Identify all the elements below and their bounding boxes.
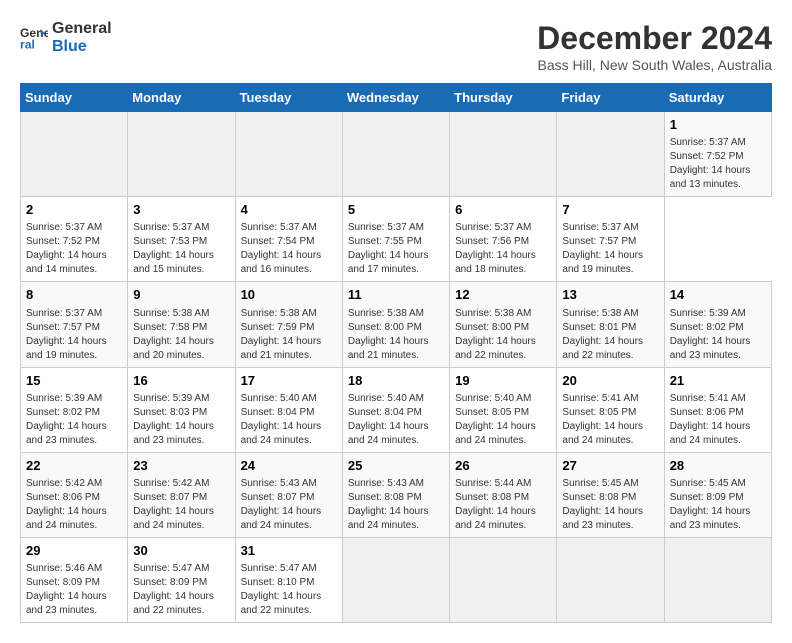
day-cell-17: 17Sunrise: 5:40 AMSunset: 8:04 PMDayligh…: [235, 367, 342, 452]
header-day-sunday: Sunday: [21, 84, 128, 112]
day-cell-18: 18Sunrise: 5:40 AMSunset: 8:04 PMDayligh…: [342, 367, 449, 452]
day-cell-7: 7Sunrise: 5:37 AMSunset: 7:57 PMDaylight…: [557, 197, 664, 282]
week-row-5: 22Sunrise: 5:42 AMSunset: 8:06 PMDayligh…: [21, 452, 772, 537]
header-day-saturday: Saturday: [664, 84, 771, 112]
header-day-tuesday: Tuesday: [235, 84, 342, 112]
day-cell-6: 6Sunrise: 5:37 AMSunset: 7:56 PMDaylight…: [450, 197, 557, 282]
week-row-1: 1Sunrise: 5:37 AMSunset: 7:52 PMDaylight…: [21, 112, 772, 197]
header-day-thursday: Thursday: [450, 84, 557, 112]
logo-line2: Blue: [52, 38, 87, 55]
day-cell-27: 27Sunrise: 5:45 AMSunset: 8:08 PMDayligh…: [557, 452, 664, 537]
day-cell-20: 20Sunrise: 5:41 AMSunset: 8:05 PMDayligh…: [557, 367, 664, 452]
location-title: Bass Hill, New South Wales, Australia: [537, 57, 772, 73]
header-day-wednesday: Wednesday: [342, 84, 449, 112]
day-cell-14: 14Sunrise: 5:39 AMSunset: 8:02 PMDayligh…: [664, 282, 771, 367]
day-cell-4: 4Sunrise: 5:37 AMSunset: 7:54 PMDaylight…: [235, 197, 342, 282]
empty-cell: [235, 112, 342, 197]
header-day-monday: Monday: [128, 84, 235, 112]
day-cell-8: 8Sunrise: 5:37 AMSunset: 7:57 PMDaylight…: [21, 282, 128, 367]
day-cell-22: 22Sunrise: 5:42 AMSunset: 8:06 PMDayligh…: [21, 452, 128, 537]
calendar-table: SundayMondayTuesdayWednesdayThursdayFrid…: [20, 83, 772, 623]
day-cell-31: 31Sunrise: 5:47 AMSunset: 8:10 PMDayligh…: [235, 537, 342, 622]
day-cell-11: 11Sunrise: 5:38 AMSunset: 8:00 PMDayligh…: [342, 282, 449, 367]
day-cell-12: 12Sunrise: 5:38 AMSunset: 8:00 PMDayligh…: [450, 282, 557, 367]
logo: Gene ral General Blue: [20, 20, 112, 55]
empty-cell: [342, 537, 449, 622]
empty-cell: [450, 537, 557, 622]
day-cell-9: 9Sunrise: 5:38 AMSunset: 7:58 PMDaylight…: [128, 282, 235, 367]
page-header: Gene ral General Blue December 2024 Bass…: [20, 20, 772, 73]
day-cell-24: 24Sunrise: 5:43 AMSunset: 8:07 PMDayligh…: [235, 452, 342, 537]
day-cell-3: 3Sunrise: 5:37 AMSunset: 7:53 PMDaylight…: [128, 197, 235, 282]
day-cell-19: 19Sunrise: 5:40 AMSunset: 8:05 PMDayligh…: [450, 367, 557, 452]
day-cell-2: 2Sunrise: 5:37 AMSunset: 7:52 PMDaylight…: [21, 197, 128, 282]
week-row-3: 8Sunrise: 5:37 AMSunset: 7:57 PMDaylight…: [21, 282, 772, 367]
day-cell-26: 26Sunrise: 5:44 AMSunset: 8:08 PMDayligh…: [450, 452, 557, 537]
day-cell-29: 29Sunrise: 5:46 AMSunset: 8:09 PMDayligh…: [21, 537, 128, 622]
day-cell-13: 13Sunrise: 5:38 AMSunset: 8:01 PMDayligh…: [557, 282, 664, 367]
empty-cell: [557, 112, 664, 197]
day-cell-25: 25Sunrise: 5:43 AMSunset: 8:08 PMDayligh…: [342, 452, 449, 537]
logo-line1: General: [52, 20, 112, 37]
day-cell-28: 28Sunrise: 5:45 AMSunset: 8:09 PMDayligh…: [664, 452, 771, 537]
month-title: December 2024: [537, 20, 772, 57]
day-cell-16: 16Sunrise: 5:39 AMSunset: 8:03 PMDayligh…: [128, 367, 235, 452]
week-row-6: 29Sunrise: 5:46 AMSunset: 8:09 PMDayligh…: [21, 537, 772, 622]
header-row: SundayMondayTuesdayWednesdayThursdayFrid…: [21, 84, 772, 112]
day-cell-30: 30Sunrise: 5:47 AMSunset: 8:09 PMDayligh…: [128, 537, 235, 622]
day-cell-23: 23Sunrise: 5:42 AMSunset: 8:07 PMDayligh…: [128, 452, 235, 537]
day-cell-10: 10Sunrise: 5:38 AMSunset: 7:59 PMDayligh…: [235, 282, 342, 367]
empty-cell: [557, 537, 664, 622]
day-cell-21: 21Sunrise: 5:41 AMSunset: 8:06 PMDayligh…: [664, 367, 771, 452]
day-cell-1: 1Sunrise: 5:37 AMSunset: 7:52 PMDaylight…: [664, 112, 771, 197]
day-cell-5: 5Sunrise: 5:37 AMSunset: 7:55 PMDaylight…: [342, 197, 449, 282]
week-row-4: 15Sunrise: 5:39 AMSunset: 8:02 PMDayligh…: [21, 367, 772, 452]
svg-text:ral: ral: [20, 37, 35, 51]
empty-cell: [21, 112, 128, 197]
header-day-friday: Friday: [557, 84, 664, 112]
empty-cell: [664, 537, 771, 622]
day-cell-15: 15Sunrise: 5:39 AMSunset: 8:02 PMDayligh…: [21, 367, 128, 452]
logo-icon: Gene ral: [20, 24, 48, 52]
title-area: December 2024 Bass Hill, New South Wales…: [537, 20, 772, 73]
empty-cell: [128, 112, 235, 197]
empty-cell: [450, 112, 557, 197]
empty-cell: [342, 112, 449, 197]
week-row-2: 2Sunrise: 5:37 AMSunset: 7:52 PMDaylight…: [21, 197, 772, 282]
